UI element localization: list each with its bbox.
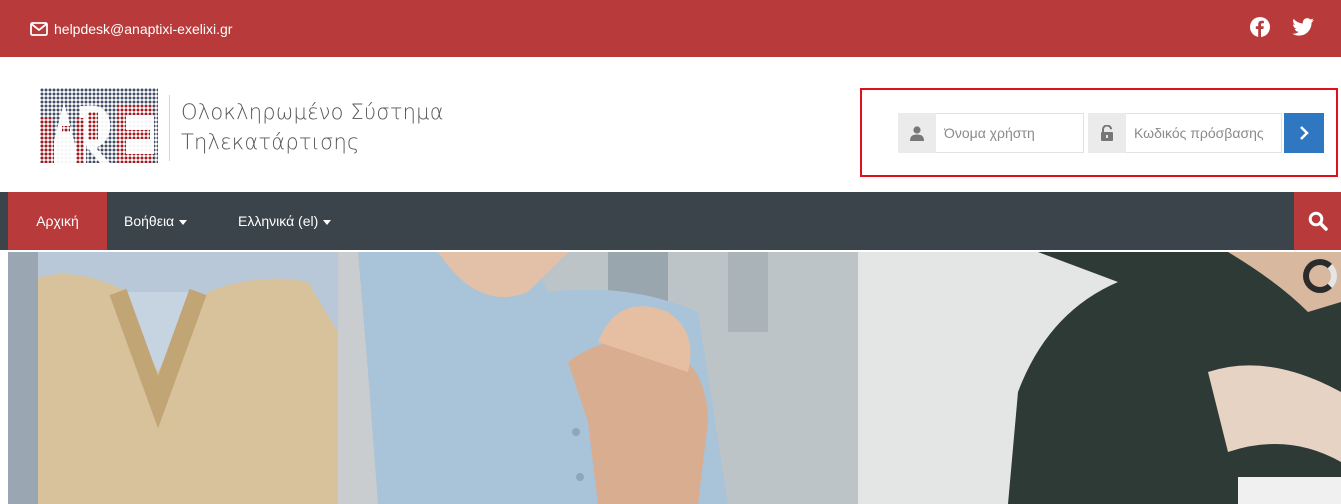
username-group [898,113,1084,153]
caret-down-icon [179,219,188,225]
nav-language-label: Ελληνικά (el) [238,213,319,229]
envelope-icon [30,22,48,36]
site-title-line2: Τηλεκατάρτισης [181,130,360,154]
caret-down-icon [323,219,332,225]
nav-help-label: Βοήθεια [124,213,175,229]
login-submit-button[interactable] [1284,113,1324,153]
hero-banner [8,252,1341,504]
login-form [860,88,1338,177]
main-navbar: Αρχική Βοήθεια Ελληνικά (el) [0,192,1341,250]
lock-icon [1088,113,1126,153]
helpdesk-email-link[interactable]: helpdesk@anaptixi-exelixi.gr [30,21,232,37]
nav-home[interactable]: Αρχική [8,192,107,250]
chevron-right-icon [1300,126,1309,140]
twitter-icon[interactable] [1292,18,1314,41]
user-icon [898,113,936,153]
spinner-icon [1303,259,1337,293]
site-title: Ολοκληρωμένο Σύστημα Τηλεκατάρτισης [181,97,444,157]
logo-icon[interactable] [40,88,158,163]
password-input[interactable] [1126,113,1282,153]
helpdesk-email: helpdesk@anaptixi-exelixi.gr [54,21,233,37]
search-icon [1308,211,1328,231]
social-links [1250,17,1314,42]
search-button[interactable] [1294,192,1341,250]
facebook-icon[interactable] [1250,17,1270,42]
logo-divider [169,95,170,161]
hero-photo [8,252,1341,504]
password-group [1088,113,1282,153]
site-title-line1: Ολοκληρωμένο Σύστημα [181,100,444,124]
nav-help-dropdown[interactable]: Βοήθεια [124,192,188,250]
username-input[interactable] [936,113,1084,153]
nav-home-label: Αρχική [36,213,79,229]
nav-language-dropdown[interactable]: Ελληνικά (el) [238,192,332,250]
top-bar: helpdesk@anaptixi-exelixi.gr [0,0,1341,57]
